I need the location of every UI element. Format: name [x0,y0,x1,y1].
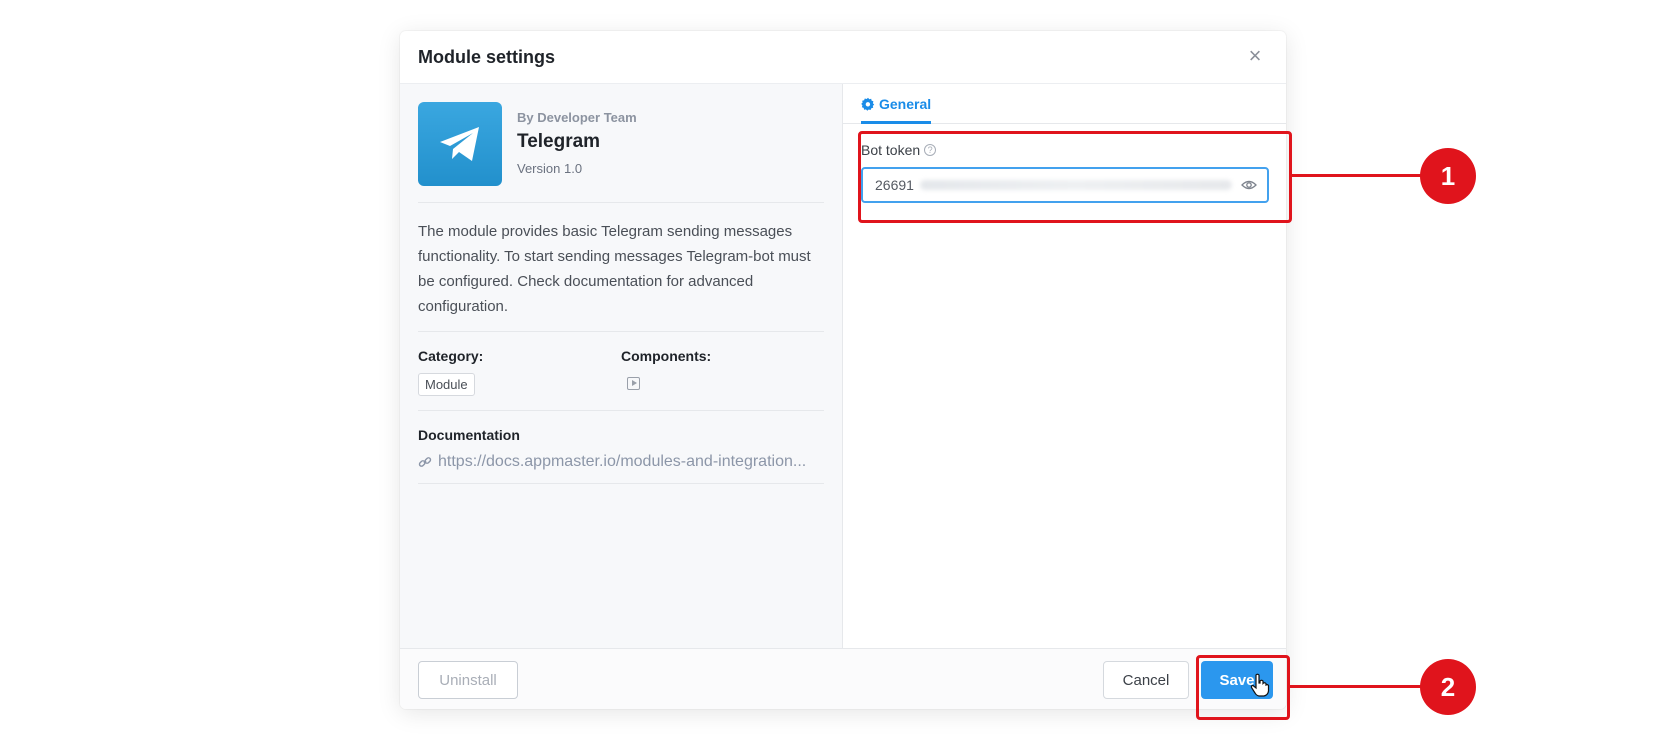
screenshot-stage: Module settings × By Developer Team Tele… [0,0,1680,739]
highlight-box-bot-token [858,131,1292,223]
module-info-panel: By Developer Team Telegram Version 1.0 T… [400,84,843,648]
documentation-section: Documentation https://docs.appmaster.io/… [418,411,824,484]
annotation-line-2 [1290,685,1422,688]
tab-general[interactable]: General [861,96,932,124]
components-section: Components: [621,348,824,396]
modal-header: Module settings × [400,31,1286,84]
category-tag: Module [418,373,475,396]
module-name: Telegram [517,131,601,152]
modal-footer: Uninstall Cancel Save [400,648,1286,709]
telegram-logo-icon [418,102,502,186]
documentation-url: https://docs.appmaster.io/modules-and-in… [438,453,807,470]
category-label: Category: [418,348,484,364]
uninstall-button[interactable]: Uninstall [418,661,518,699]
close-icon[interactable]: × [1244,45,1266,67]
module-version: Version 1.0 [517,161,583,176]
category-section: Category: Module [418,348,621,396]
highlight-box-save [1196,655,1290,720]
module-header: By Developer Team Telegram Version 1.0 [418,102,824,203]
module-meta: By Developer Team Telegram Version 1.0 [517,102,637,186]
documentation-label: Documentation [418,427,520,443]
play-component-icon [627,377,640,390]
settings-tabs: General [843,84,1286,124]
annotation-line-1 [1292,174,1422,177]
module-meta-row: Category: Module Components: [418,332,824,411]
cancel-button[interactable]: Cancel [1103,661,1189,699]
documentation-link[interactable]: https://docs.appmaster.io/modules-and-in… [418,453,824,471]
module-description: The module provides basic Telegram sendi… [418,203,824,332]
module-author: By Developer Team [517,110,637,125]
modal-title: Module settings [418,46,556,67]
annotation-marker-1: 1 [1420,148,1476,204]
tab-general-label: General [879,96,932,112]
components-label: Components: [621,348,712,364]
annotation-marker-2: 2 [1420,659,1476,715]
link-icon [418,457,432,467]
gear-icon [861,97,875,111]
